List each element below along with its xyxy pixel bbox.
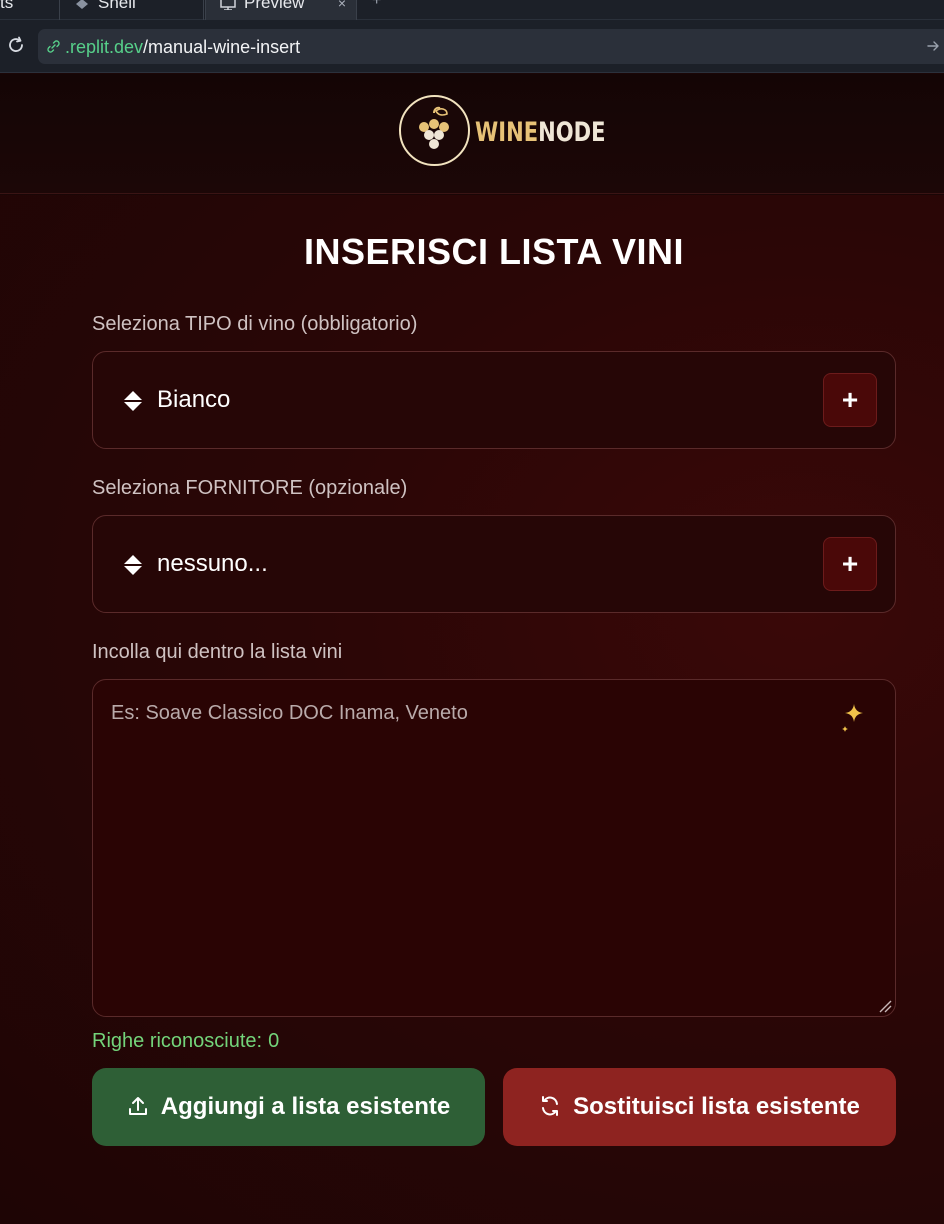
wine-list-textarea[interactable]: Es: Soave Classico DOC Inama, Veneto (92, 679, 896, 1017)
resize-handle-icon[interactable] (878, 999, 892, 1013)
url-path: /manual-wine-insert (143, 37, 301, 57)
add-supplier-button[interactable]: + (823, 537, 877, 591)
plus-icon: + (841, 384, 859, 415)
recognized-rows-counter: Righe riconosciute: 0 (92, 1030, 279, 1053)
tab-label: ts (0, 0, 14, 12)
add-type-button[interactable]: + (823, 373, 877, 427)
append-list-button[interactable]: Aggiungi a lista esistente (92, 1068, 485, 1146)
new-tab-button[interactable]: + (372, 0, 381, 10)
tab-label: Preview (244, 0, 305, 12)
refresh-icon (542, 1095, 559, 1116)
replace-list-button[interactable]: Sostituisci lista esistente (503, 1068, 896, 1146)
append-button-label: Aggiungi a lista esistente (160, 1093, 451, 1120)
type-label: Seleziona TIPO di vino (obbligatorio) (92, 313, 418, 335)
reload-icon[interactable] (6, 35, 26, 55)
wine-type-value: Bianco (157, 386, 231, 413)
list-label: Incolla qui dentro la lista vini (92, 641, 343, 663)
browser-tab-shell[interactable]: Shell (60, 0, 204, 20)
counter-value: 0 (268, 1030, 280, 1052)
replace-button-label: Sostituisci lista esistente (573, 1093, 860, 1120)
sparkle-icon[interactable] (839, 702, 869, 738)
url-text: .replit.dev/manual-wine-insert (65, 36, 300, 58)
grape-cluster-icon (419, 106, 449, 149)
monitor-icon (220, 0, 236, 10)
address-bar: .replit.dev/manual-wine-insert (0, 20, 944, 73)
wine-type-select[interactable]: Bianco + (92, 351, 896, 449)
plus-icon: + (841, 548, 859, 579)
wine-list-placeholder: Es: Soave Classico DOC Inama, Veneto (111, 702, 468, 724)
brand-word-wine: WINE (475, 117, 539, 148)
browser-tab-bar: ts Shell Preview × + (0, 0, 944, 20)
url-field[interactable]: .replit.dev/manual-wine-insert (38, 29, 944, 64)
go-arrow-icon[interactable] (926, 39, 940, 53)
link-icon (47, 40, 60, 53)
browser-tab-preview[interactable]: Preview × (205, 0, 357, 20)
grape-logo-icon (399, 95, 470, 166)
counter-label: Righe riconosciute: (92, 1030, 263, 1052)
sort-arrows-icon (124, 555, 142, 575)
close-tab-icon[interactable]: × (338, 0, 346, 14)
browser-tab[interactable]: ts (0, 0, 60, 20)
page-title: INSERISCI LISTA VINI (303, 231, 685, 272)
brand-word-node: NODE (538, 117, 606, 148)
app-header: WINENODE (0, 74, 944, 194)
supplier-label: Seleziona FORNITORE (opzionale) (92, 477, 408, 499)
shell-icon (76, 0, 88, 9)
url-host: .replit.dev (65, 37, 144, 57)
supplier-select[interactable]: nessuno... + (92, 515, 896, 613)
brand-wordmark: WINENODE (475, 118, 605, 148)
upload-icon (128, 1096, 147, 1115)
tab-label: Shell (98, 0, 136, 12)
supplier-value: nessuno... (157, 550, 268, 577)
main-content: INSERISCI LISTA VINI Seleziona TIPO di v… (0, 195, 944, 1224)
sort-arrows-icon (124, 391, 142, 411)
